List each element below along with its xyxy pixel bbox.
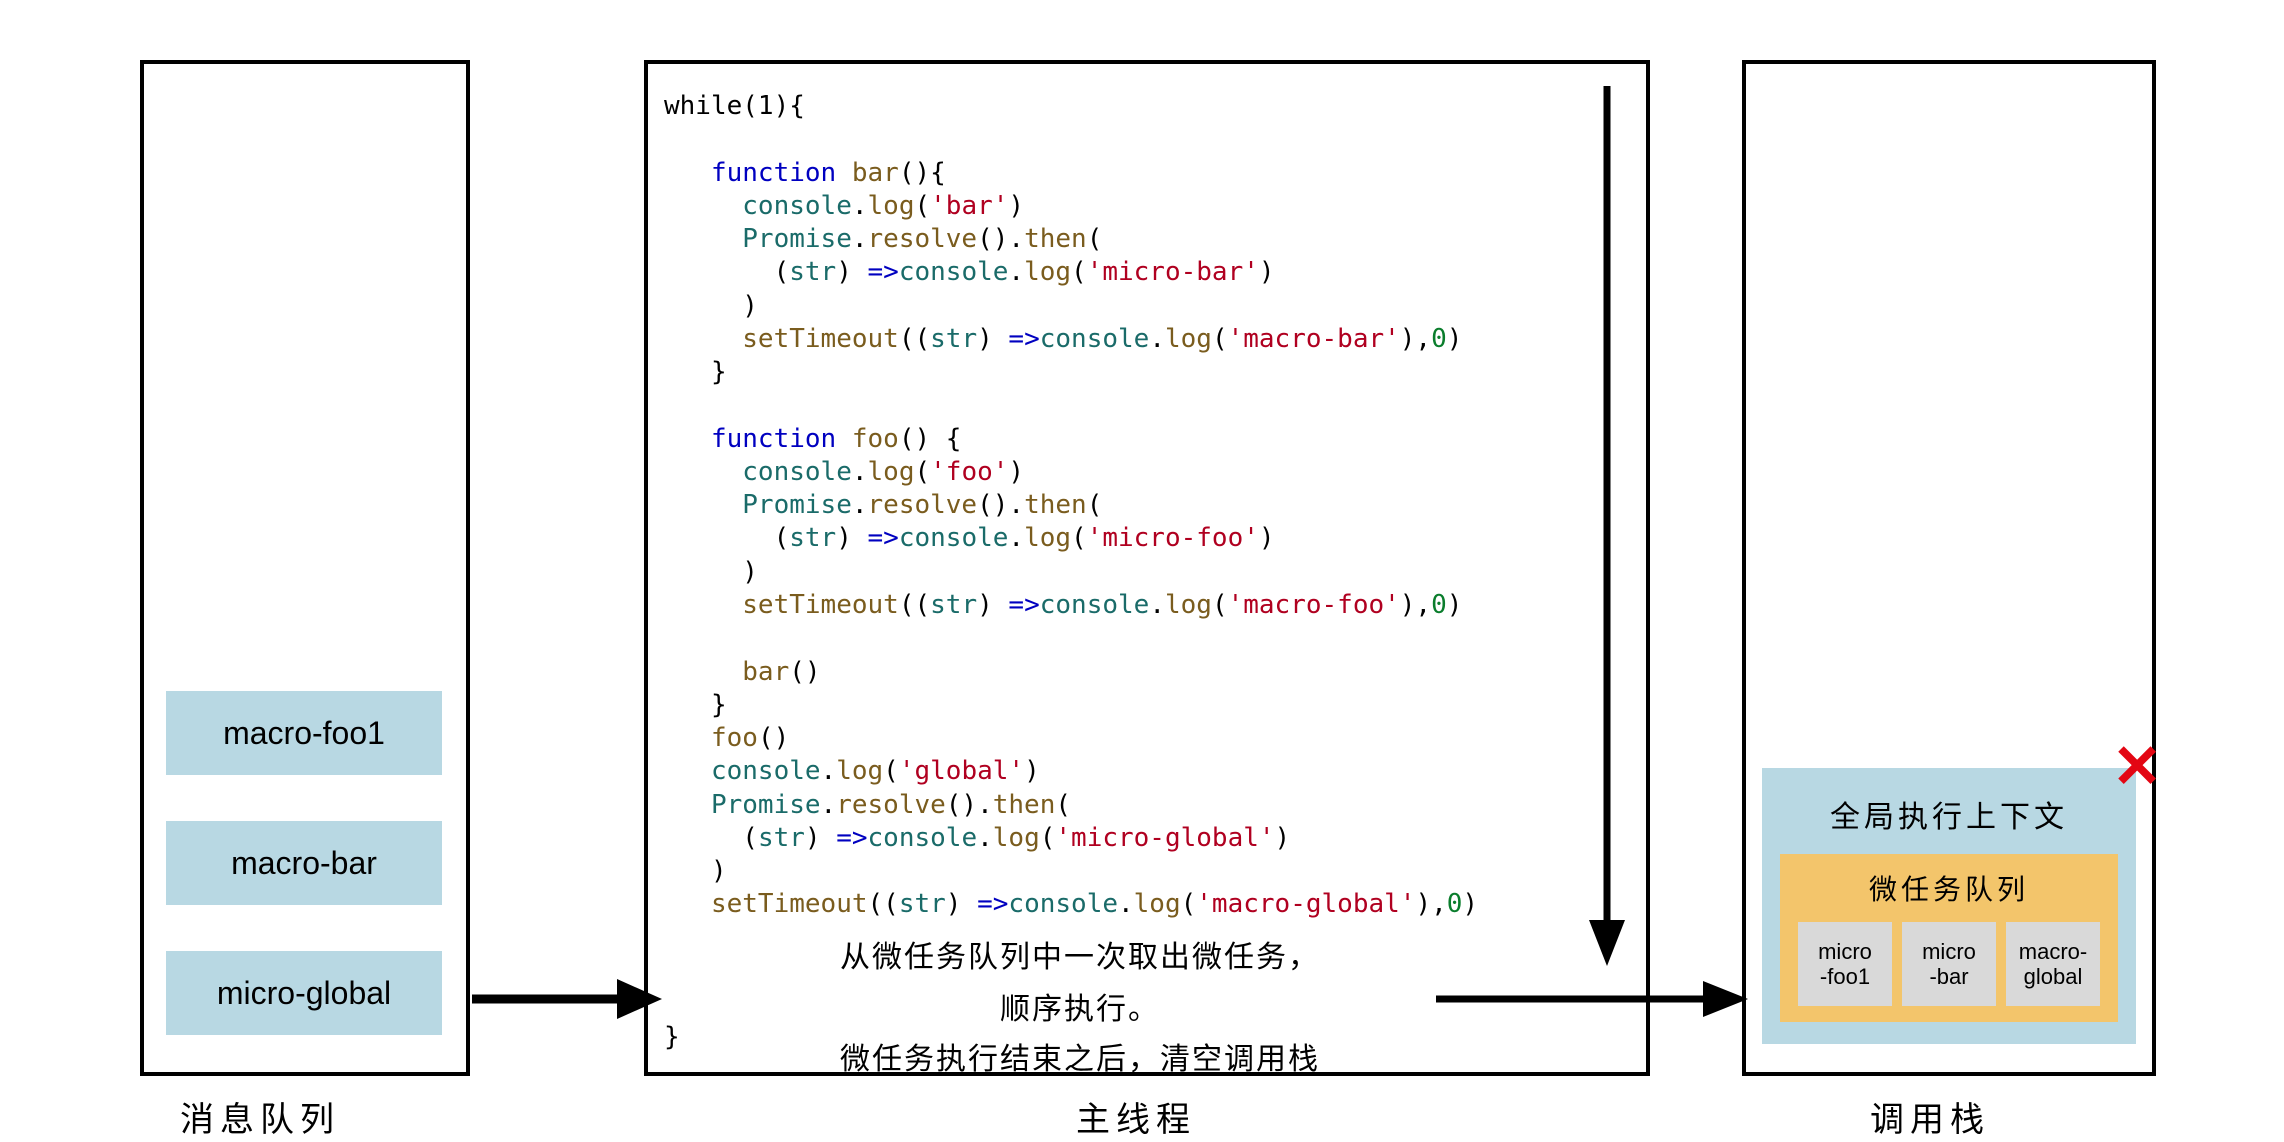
micro-item-3: macro- global [2006, 922, 2100, 1006]
global-context-title: 全局执行上下文 [1780, 792, 2118, 836]
microtask-items-row: micro -foo1 micro -bar macro- global [1794, 922, 2104, 1006]
main-thread-label: 主线程 [1076, 1092, 1196, 1141]
global-context-box: 全局执行上下文 微任务队列 micro -foo1 micro -bar mac… [1762, 768, 2136, 1044]
message-queue-label: 消息队列 [180, 1092, 340, 1141]
callout-line2: 顺序执行。 [960, 984, 1200, 1028]
micro-item-1: micro -foo1 [1798, 922, 1892, 1006]
call-stack-label: 调用栈 [1870, 1092, 1990, 1141]
microtask-queue-box: 微任务队列 micro -foo1 micro -bar macro- glob… [1780, 854, 2118, 1022]
queue-item-text: micro-global [217, 975, 391, 1012]
callout-line1: 从微任务队列中一次取出微任务， [760, 932, 1400, 976]
callout-line3: 微任务执行结束之后，清空调用栈 [760, 1034, 1400, 1078]
arrow-queue-to-main-icon [472, 974, 662, 1024]
queue-item-text: macro-foo1 [223, 715, 385, 752]
queue-item-text: macro-bar [231, 845, 377, 882]
code-block: while(1){ function bar(){ console.log('b… [664, 90, 1478, 1055]
microtask-queue-title: 微任务队列 [1794, 868, 2104, 908]
message-queue-panel [140, 60, 470, 1076]
queue-item-3: micro-global [166, 951, 442, 1035]
close-icon: ✕ [2112, 732, 2162, 802]
micro-item-2: micro -bar [1902, 922, 1996, 1006]
queue-item-1: macro-foo1 [166, 691, 442, 775]
queue-item-2: macro-bar [166, 821, 442, 905]
